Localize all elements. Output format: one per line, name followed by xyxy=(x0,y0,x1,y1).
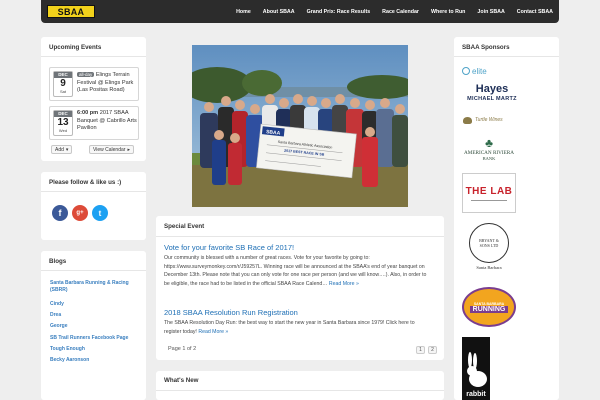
blog-link[interactable]: Drea xyxy=(50,312,61,318)
blog-link[interactable]: SB Trail Runners Facebook Page xyxy=(50,335,128,341)
seal-emblem: BRYANT & SONS LTD xyxy=(469,223,509,263)
rabbit-icon xyxy=(467,352,487,387)
event-day: 13 xyxy=(57,117,69,128)
widget-title: Blogs xyxy=(49,258,67,265)
divider xyxy=(156,390,444,391)
view-calendar-label: View Calendar xyxy=(93,146,126,153)
upcoming-events-widget: Upcoming Events DEC 9 Sat all-day Elings… xyxy=(41,37,146,161)
date-box: DEC 13 Wed xyxy=(53,110,73,136)
blog-link[interactable]: Tough Enough xyxy=(50,346,85,352)
event-text: 6:00 pm 2017 SBAA Banquet @ Cabrillo Art… xyxy=(77,110,139,133)
page-1-button[interactable]: 1 xyxy=(416,346,425,354)
event-text: all-day Elings Terrain Festival @ Elings… xyxy=(77,71,139,95)
sb-running-logo[interactable]: SANTA BARBARA RUNNING xyxy=(462,287,516,327)
sbaa-logo[interactable]: SBAA xyxy=(47,5,95,18)
post-body: Our community is blessed with a number o… xyxy=(164,255,427,288)
turtle-icon xyxy=(463,116,472,124)
blog-link[interactable]: Santa Barbara Running & Racing (SBRR) xyxy=(50,280,142,294)
group-photo-illustration: SBAA Santa Barbara Athletic Association … xyxy=(192,45,408,207)
sponsors-widget: SBAA Sponsors elite Hayes MICHAEL MARTZ … xyxy=(454,37,559,400)
the-lab-logo[interactable]: THE LAB xyxy=(462,173,516,213)
american-riviera-bank-logo[interactable]: ♣ AMERICAN RIVIERA BANK xyxy=(460,137,518,167)
twitter-icon[interactable]: t xyxy=(92,205,108,221)
add-button[interactable]: Add ▾ xyxy=(51,145,73,154)
nav-home[interactable]: Home xyxy=(236,9,251,15)
read-more-link[interactable]: Read More » xyxy=(198,329,228,335)
post-excerpt: Our community is blessed with a number o… xyxy=(164,254,432,289)
panel-title: What's New xyxy=(164,377,199,384)
divider xyxy=(41,191,146,192)
divider xyxy=(156,236,444,237)
nav-join[interactable]: Join SBAA xyxy=(477,9,504,15)
nav-grand-prix[interactable]: Grand Prix: Race Results xyxy=(307,9,371,15)
bryant-sons-logo[interactable]: BRYANT & SONS LTD Santa Barbara xyxy=(464,223,514,279)
post-excerpt: The SBAA Resolution Day Run: the best wa… xyxy=(164,319,432,336)
blog-link[interactable]: Cindy xyxy=(50,301,64,307)
read-more-link[interactable]: Read More » xyxy=(329,281,359,287)
arrow-right-icon: ▸ xyxy=(127,146,130,153)
event-item[interactable]: DEC 9 Sat all-day Elings Terrain Festiva… xyxy=(49,67,139,101)
turtle-logo[interactable]: Turtle Wines xyxy=(463,114,521,126)
all-day-badge: all-day xyxy=(77,72,95,77)
divider xyxy=(41,56,146,57)
main-menu: Home About SBAA Grand Prix: Race Results… xyxy=(236,0,553,23)
pagination-text: Page 1 of 2 xyxy=(168,346,197,352)
nav-where-to-run[interactable]: Where to Run xyxy=(431,9,465,15)
widget-title: Upcoming Events xyxy=(49,44,102,51)
whats-new-panel: What's New xyxy=(156,371,444,400)
event-day: 9 xyxy=(60,78,66,89)
nav-race-calendar[interactable]: Race Calendar xyxy=(382,9,419,15)
view-calendar-button[interactable]: View Calendar ▸ xyxy=(89,145,134,154)
logo-text: SBAA xyxy=(57,6,85,17)
top-navigation-bar: SBAA Home About SBAA Grand Prix: Race Re… xyxy=(41,0,559,23)
date-box: DEC 9 Sat xyxy=(53,71,73,97)
panel-title: Special Event xyxy=(164,223,205,230)
event-time: 6:00 pm xyxy=(77,110,99,116)
nav-about[interactable]: About SBAA xyxy=(263,9,295,15)
widget-title: Please follow & like us :) xyxy=(49,179,122,186)
chevron-down-icon: ▾ xyxy=(65,146,69,153)
facebook-icon[interactable]: f xyxy=(52,205,68,221)
blogs-widget: Blogs Santa Barbara Running & Racing (SB… xyxy=(41,251,146,400)
tree-icon: ♣ xyxy=(485,136,493,150)
divider xyxy=(454,56,559,57)
rabbit-logo[interactable]: rabbit xyxy=(462,337,490,400)
post-title-link[interactable]: Vote for your favorite SB Race of 2017! xyxy=(164,243,294,252)
blog-link[interactable]: George xyxy=(50,323,68,329)
circle-mark-icon xyxy=(462,67,470,75)
widget-title: SBAA Sponsors xyxy=(462,44,510,51)
hayes-logo[interactable]: Hayes MICHAEL MARTZ xyxy=(462,83,522,109)
follow-widget: Please follow & like us :) f g+ t xyxy=(41,172,146,240)
page-2-button[interactable]: 2 xyxy=(428,346,437,354)
elite-logo[interactable]: elite xyxy=(462,66,518,76)
divider xyxy=(41,270,146,271)
event-weekday: Wed xyxy=(58,128,68,133)
blog-link[interactable]: Becky Aaronson xyxy=(50,357,89,363)
event-weekday: Sat xyxy=(59,89,66,94)
nav-contact[interactable]: Contact SBAA xyxy=(517,9,553,15)
hero-photo: SBAA Santa Barbara Athletic Association … xyxy=(192,45,408,207)
divider xyxy=(471,199,507,201)
add-label: Add xyxy=(55,146,64,153)
google-plus-icon[interactable]: g+ xyxy=(72,205,88,221)
event-item[interactable]: DEC 13 Wed 6:00 pm 2017 SBAA Banquet @ C… xyxy=(49,106,139,140)
post-title-link[interactable]: 2018 SBAA Resolution Run Registration xyxy=(164,308,298,317)
